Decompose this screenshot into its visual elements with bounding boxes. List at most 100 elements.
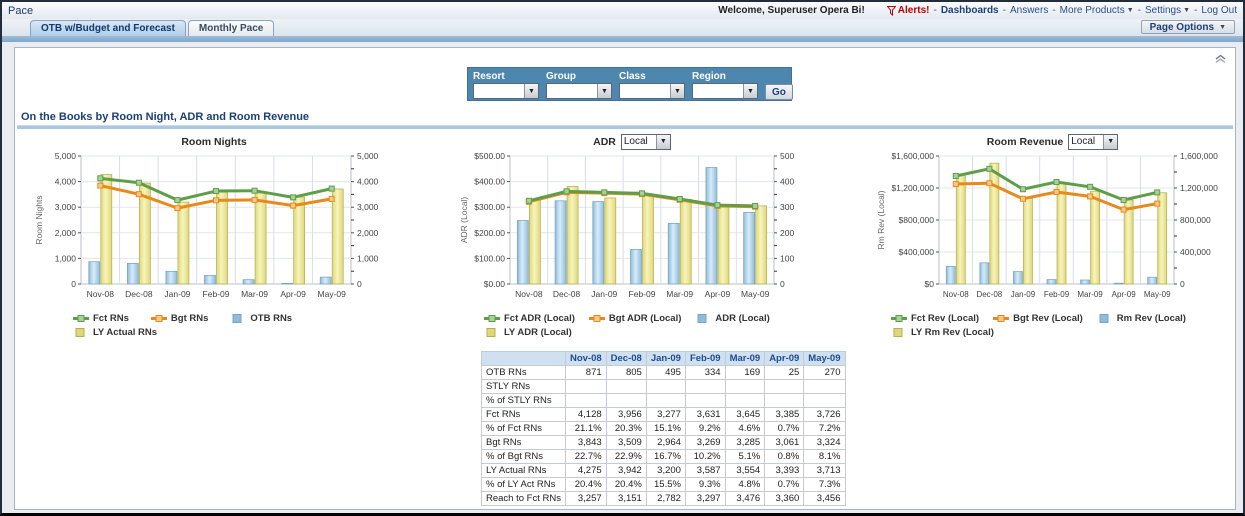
legend-label: ADR (Local)	[715, 313, 769, 324]
svg-text:2,000: 2,000	[357, 228, 379, 238]
table-cell: 0.8%	[765, 450, 804, 464]
bar-LY Rm Rev (Local)	[1124, 200, 1133, 284]
svg-text:May-09: May-09	[741, 289, 770, 299]
nav-dashboards[interactable]: Dashboards	[941, 5, 999, 16]
adr-currency-select[interactable]: Local▼	[621, 134, 671, 150]
table-row: Reach to Fct RNs3,2573,1512,7823,2973,47…	[482, 492, 846, 506]
table-cell: 3,456	[804, 492, 845, 506]
table-row: Fct RNs4,1283,9563,2773,6313,6453,3853,7…	[482, 408, 846, 422]
page-options-button[interactable]: Page Options▼	[1141, 20, 1235, 34]
legend-Fct ADR (Local): Fct ADR (Local)	[484, 313, 575, 324]
table-cell	[765, 380, 804, 394]
table-cell: 3,645	[725, 408, 765, 422]
chevron-down-icon[interactable]: ▼	[597, 84, 611, 98]
svg-text:400: 400	[780, 177, 794, 187]
nav-settings[interactable]: Settings▼	[1145, 5, 1190, 16]
table-cell: 2,782	[646, 492, 685, 506]
svg-text:0: 0	[71, 279, 76, 289]
table-header-row: Nov-08Dec-08Jan-09Feb-09Mar-09Apr-09May-…	[482, 352, 846, 366]
room-revenue-currency-select[interactable]: Local▼	[1068, 134, 1118, 150]
page-title: Pace	[8, 5, 33, 17]
chevron-down-icon[interactable]: ▼	[1103, 135, 1117, 149]
svg-text:$1,200,000: $1,200,000	[891, 183, 934, 193]
filter-bar: Resort ▼ Group ▼ Class ▼ Region ▼ Go	[467, 67, 792, 101]
table-cell: 3,269	[685, 436, 725, 450]
table-cell: 9.2%	[685, 422, 725, 436]
table-cell: 495	[646, 366, 685, 380]
table-cell: 871	[565, 366, 606, 380]
svg-text:4,000: 4,000	[55, 177, 77, 187]
bar-LY Actual RNs	[178, 202, 189, 284]
bar-ADR (Local)	[555, 201, 566, 284]
adr-legend: Fct ADR (Local)Bgt ADR (Local)ADR (Local…	[458, 313, 806, 338]
class-select[interactable]: ▼	[619, 83, 685, 99]
dashboard-panel: Resort ▼ Group ▼ Class ▼ Region ▼ Go On …	[14, 47, 1236, 510]
table-cell: 4.6%	[725, 422, 765, 436]
resort-select[interactable]: ▼	[473, 83, 539, 99]
svg-text:Nov-08: Nov-08	[87, 289, 115, 299]
chart-title: ADR	[593, 136, 616, 148]
svg-text:3,000: 3,000	[357, 202, 379, 212]
nav-more-products[interactable]: More Products▼	[1060, 5, 1134, 16]
svg-text:4,000: 4,000	[357, 177, 379, 187]
room-nights-legend: Fct RNsBgt RNsOTB RNsLY Actual RNs	[33, 313, 395, 338]
table-cell: 7.3%	[804, 478, 845, 492]
svg-text:$400.00: $400.00	[474, 177, 505, 187]
chevron-down-icon: ▼	[1219, 24, 1226, 31]
bar-LY Actual RNs	[217, 192, 228, 284]
chevron-down-icon[interactable]: ▼	[670, 84, 684, 98]
legend-label: LY Rm Rev (Local)	[911, 327, 994, 338]
collapse-section-icon[interactable]	[1214, 51, 1227, 69]
chevron-down-icon[interactable]: ▼	[656, 135, 670, 149]
svg-text:Apr-09: Apr-09	[1112, 290, 1137, 299]
nav-answers[interactable]: Answers	[1010, 5, 1048, 16]
filter-group: Group ▼	[546, 71, 612, 99]
table-cell: 3,297	[685, 492, 725, 506]
bar-Rm Rev (Local)	[980, 263, 989, 284]
table-cell: 22.7%	[565, 450, 606, 464]
pace-dashboard: { "window": { "title": "Pace" }, "header…	[0, 0, 1245, 516]
legend-Bgt RNs: Bgt RNs	[151, 313, 208, 324]
bar-LY ADR (Local)	[605, 198, 616, 284]
table-cell: 3,843	[565, 436, 606, 450]
tab-monthly-pace[interactable]: Monthly Pace	[188, 20, 274, 36]
bar-LY ADR (Local)	[718, 207, 729, 284]
go-button[interactable]: Go	[765, 84, 793, 100]
chevron-down-icon[interactable]: ▼	[524, 84, 538, 98]
bar-Rm Rev (Local)	[1148, 277, 1157, 284]
tab-otb-budget-forecast[interactable]: OTB w/Budget and Forecast	[30, 20, 186, 36]
alerts-funnel-icon	[887, 6, 896, 16]
table-cell	[646, 394, 685, 408]
svg-text:Rm Rev (Local): Rm Rev (Local)	[876, 190, 886, 249]
table-column-header: Apr-09	[765, 352, 804, 366]
nav-log-out[interactable]: Log Out	[1201, 5, 1237, 16]
svg-text:Apr-09: Apr-09	[705, 289, 731, 299]
table-cell: 7.2%	[804, 422, 845, 436]
table-row-label: % of LY Act RNs	[482, 478, 566, 492]
table-cell: 5.1%	[725, 450, 765, 464]
table-row-label: Fct RNs	[482, 408, 566, 422]
chart-svg: $0.00$100.00$200.00$300.00$400.00$500.00…	[458, 150, 806, 306]
table-row: OTB RNs87180549533416925270	[482, 366, 846, 380]
bar-OTB RNs	[243, 280, 254, 284]
legend-swatch-icon	[993, 314, 1009, 323]
group-select[interactable]: ▼	[546, 83, 612, 99]
table-cell	[565, 394, 606, 408]
legend-swatch-icon	[73, 328, 89, 337]
bar-OTB RNs	[205, 275, 216, 284]
table-cell: 169	[725, 366, 765, 380]
room-nights-chart: Room Nights 01,0002,0003,0004,0005,00001…	[33, 133, 395, 338]
table-row-label: STLY RNs	[482, 380, 566, 394]
bar-OTB RNs	[89, 262, 100, 284]
alerts-link[interactable]: Alerts!	[887, 5, 930, 16]
table-cell	[565, 380, 606, 394]
legend-Bgt Rev (Local): Bgt Rev (Local)	[993, 313, 1083, 324]
svg-text:Mar-09: Mar-09	[241, 289, 268, 299]
region-select[interactable]: ▼	[692, 83, 758, 99]
svg-text:$0.00: $0.00	[484, 279, 506, 289]
svg-text:200: 200	[780, 228, 794, 238]
chevron-down-icon[interactable]: ▼	[743, 84, 757, 98]
svg-text:100: 100	[780, 253, 794, 263]
bar-OTB RNs	[320, 277, 331, 284]
legend-Fct Rev (Local): Fct Rev (Local)	[891, 313, 979, 324]
